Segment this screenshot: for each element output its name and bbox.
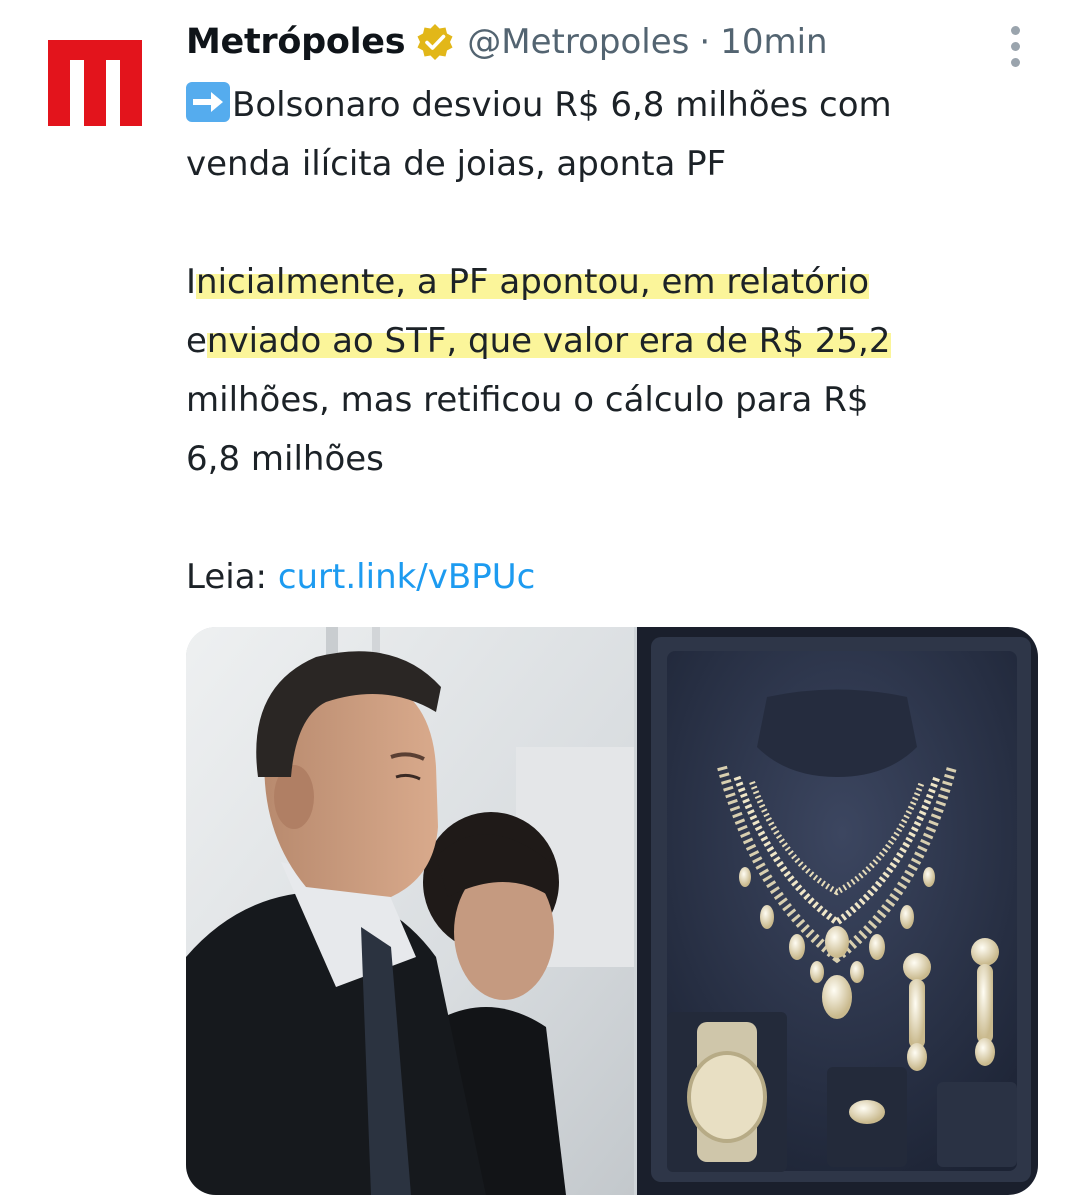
paragraph-line-2-start: e xyxy=(186,321,207,361)
tweet-media-grid xyxy=(186,627,1038,1195)
avatar[interactable] xyxy=(40,32,144,136)
tweet-timestamp[interactable]: 10min xyxy=(720,22,827,62)
metropoles-m-logo-icon xyxy=(40,32,144,136)
headline-text-1: Bolsonaro desviou R$ 6,8 milhões com xyxy=(232,85,892,125)
author-display-name[interactable]: Metrópoles xyxy=(186,22,406,62)
paragraph-line-2: enviado ao STF, que valor era de R$ 25,2 xyxy=(186,312,1046,371)
tweet-header: Metrópoles @Metropoles · 10min xyxy=(186,14,828,70)
paragraph-line-1-start: I xyxy=(186,262,197,302)
read-more-line: Leia: curt.link/vBPUc xyxy=(186,548,1046,607)
headline-line-1: Bolsonaro desviou R$ 6,8 milhões com xyxy=(186,76,1046,135)
tweet-card[interactable]: Metrópoles @Metropoles · 10min Bolsonaro… xyxy=(0,0,1074,1200)
header-separator: · xyxy=(699,22,711,62)
tweet-text: Bolsonaro desviou R$ 6,8 milhões com ven… xyxy=(186,76,1046,607)
article-link[interactable]: curt.link/vBPUc xyxy=(278,557,535,597)
more-vertical-icon[interactable] xyxy=(1000,24,1030,68)
photo-jewelry-set[interactable] xyxy=(637,627,1038,1195)
arrow-right-emoji-icon xyxy=(186,82,230,122)
paragraph-line-3: milhões, mas retificou o cálculo para R$ xyxy=(186,380,869,420)
highlighted-text-2: nviado ao STF, que valor era de R$ 25,2 xyxy=(206,321,891,361)
verified-badge-icon xyxy=(415,22,455,62)
headline-line-2: venda ilícita de joias, aponta PF xyxy=(186,144,727,184)
read-label: Leia: xyxy=(186,557,267,597)
paragraph-line-4: 6,8 milhões xyxy=(186,439,384,479)
photo-bolsonaro-couple[interactable] xyxy=(186,627,634,1195)
author-handle[interactable]: @Metropoles xyxy=(467,22,689,62)
highlighted-text-1: nicialmente, a PF apontou, em relatório xyxy=(196,262,870,302)
paragraph-line-1: Inicialmente, a PF apontou, em relatório xyxy=(186,253,1046,312)
